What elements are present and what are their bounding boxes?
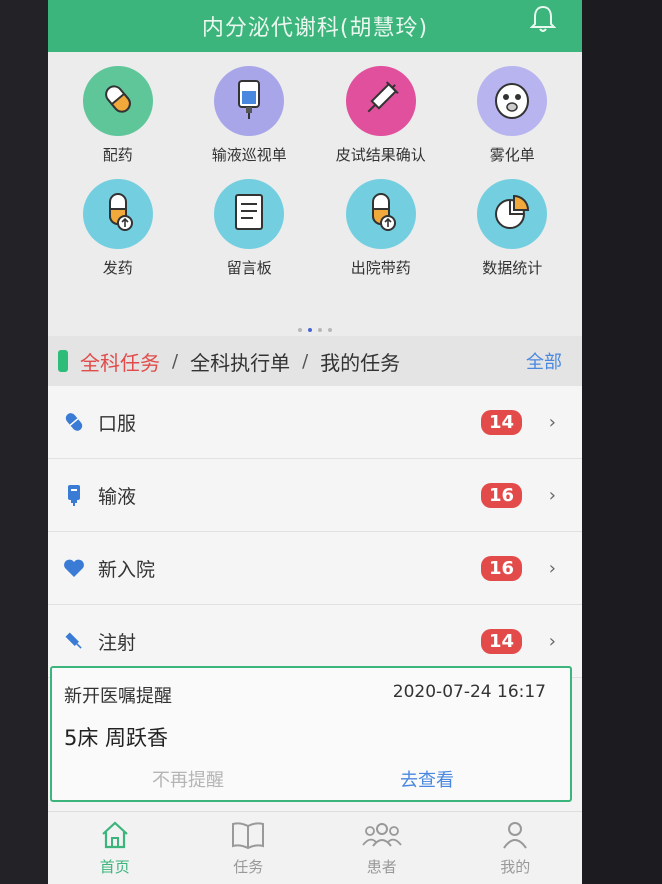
list-item-label: 口服 xyxy=(98,412,137,435)
tile-dispense[interactable]: 发药 xyxy=(54,179,182,278)
pill-icon xyxy=(62,410,86,434)
bell-icon[interactable] xyxy=(529,4,557,38)
count-badge: 16 xyxy=(480,555,522,581)
bottom-nav: 首页 任务 患者 我的 xyxy=(48,811,582,884)
app-header: 内分泌代谢科(胡慧玲) xyxy=(48,0,582,52)
iv-bag-icon xyxy=(229,77,269,125)
patients-icon xyxy=(361,820,403,854)
dialog-timestamp: 2020-07-24 16:17 xyxy=(392,682,546,702)
tile-label: 配药 xyxy=(102,146,133,164)
tab-all-department-tasks[interactable]: 全科任务 xyxy=(80,347,160,376)
device-bezel-left xyxy=(0,0,48,884)
tile-dispensing-prep[interactable]: 配药 xyxy=(54,66,182,165)
tile-message-board[interactable]: 留言板 xyxy=(185,179,313,278)
app-screen: 内分泌代谢科(胡慧玲) 配药 输液巡视单 皮试结果确认 雾化单 发药 留言板 出… xyxy=(48,0,582,884)
chevron-right-icon: › xyxy=(548,557,556,579)
list-item-oral[interactable]: 口服 14 › xyxy=(48,386,582,459)
go-view-button[interactable]: 去查看 xyxy=(400,766,454,792)
nav-label: 患者 xyxy=(366,858,397,876)
tab-department-exec-sheet[interactable]: 全科执行单 xyxy=(190,347,290,376)
count-badge: 16 xyxy=(480,482,522,508)
chevron-right-icon: › xyxy=(548,630,556,652)
list-item-label: 输液 xyxy=(98,485,137,508)
count-badge: 14 xyxy=(480,409,522,435)
chevron-right-icon: › xyxy=(548,411,556,433)
tile-label: 雾化单 xyxy=(489,146,535,164)
tile-label: 出院带药 xyxy=(350,259,411,277)
tab-separator: / xyxy=(302,350,309,372)
page-title: 内分泌代谢科(胡慧玲) xyxy=(201,16,429,41)
list-item-label: 注射 xyxy=(98,631,137,654)
patient-info: 5床 周跃香 xyxy=(64,726,169,750)
tile-nebulizer[interactable]: 雾化单 xyxy=(448,66,576,165)
nav-patients[interactable]: 患者 xyxy=(332,812,432,884)
section-marker xyxy=(58,350,68,372)
infusion-icon xyxy=(62,483,86,507)
heart-icon xyxy=(62,556,86,580)
tile-label: 皮试结果确认 xyxy=(335,146,426,164)
notes-icon xyxy=(231,192,267,236)
book-icon xyxy=(230,820,266,854)
tile-label: 留言板 xyxy=(226,259,272,277)
tile-label: 输液巡视单 xyxy=(211,146,287,164)
nav-tasks[interactable]: 任务 xyxy=(198,812,298,884)
list-item-label: 新入院 xyxy=(98,558,156,581)
nav-home[interactable]: 首页 xyxy=(65,812,165,884)
tile-statistics[interactable]: 数据统计 xyxy=(448,179,576,278)
chevron-right-icon: › xyxy=(548,484,556,506)
nav-label: 首页 xyxy=(99,858,130,876)
dialog-title: 新开医嘱提醒 xyxy=(64,686,172,707)
home-icon xyxy=(99,820,131,854)
page-indicator xyxy=(48,328,582,332)
task-tabs: 全科任务 / 全科执行单 / 我的任务 全部 xyxy=(48,336,582,386)
nav-label: 我的 xyxy=(500,858,531,876)
nav-label: 任务 xyxy=(233,858,264,876)
tab-my-tasks[interactable]: 我的任务 xyxy=(320,347,400,376)
tile-discharge-meds[interactable]: 出院带药 xyxy=(317,179,445,278)
list-item-new-admission[interactable]: 新入院 16 › xyxy=(48,532,582,605)
device-bezel-right xyxy=(582,0,662,884)
user-icon xyxy=(500,820,530,854)
tile-skin-test[interactable]: 皮试结果确认 xyxy=(317,66,445,165)
new-order-reminder-dialog: 新开医嘱提醒 2020-07-24 16:17 5床 周跃香 不再提醒 去查看 xyxy=(50,666,572,802)
dispense-icon xyxy=(98,190,138,238)
task-list: 口服 14 › 输液 16 › 新入院 16 › 注射 14 › xyxy=(48,386,582,678)
nav-me[interactable]: 我的 xyxy=(465,812,565,884)
function-grid: 配药 输液巡视单 皮试结果确认 雾化单 发药 留言板 出院带药 数据统计 xyxy=(48,52,582,336)
list-item-infusion[interactable]: 输液 16 › xyxy=(48,459,582,532)
pie-chart-icon xyxy=(492,192,532,236)
injection-icon xyxy=(62,629,86,653)
syringe-icon xyxy=(359,77,403,125)
tile-infusion-round[interactable]: 输液巡视单 xyxy=(185,66,313,165)
tab-separator: / xyxy=(172,350,179,372)
tile-label: 数据统计 xyxy=(482,259,543,277)
view-all-link[interactable]: 全部 xyxy=(526,348,562,374)
dont-remind-button[interactable]: 不再提醒 xyxy=(152,766,224,792)
count-badge: 14 xyxy=(480,628,522,654)
discharge-meds-icon xyxy=(361,190,401,238)
capsule-icon xyxy=(98,79,138,123)
nebulizer-icon xyxy=(490,77,534,125)
tile-label: 发药 xyxy=(102,259,133,277)
